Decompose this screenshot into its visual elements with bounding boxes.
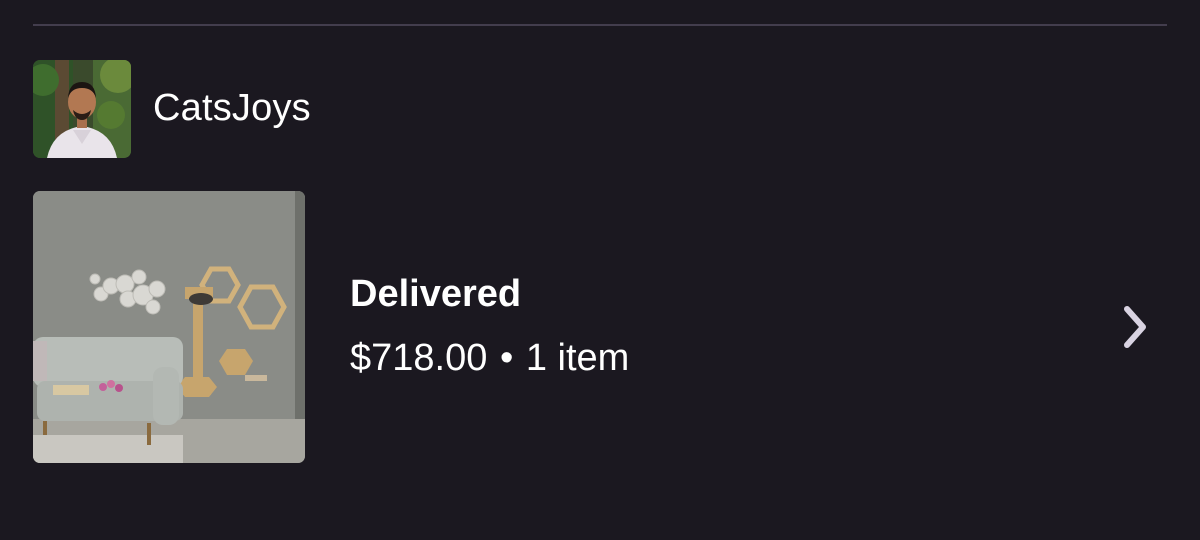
shop-avatar[interactable]	[33, 60, 131, 158]
shop-name[interactable]: CatsJoys	[153, 87, 311, 130]
chevron-right-icon[interactable]	[1119, 305, 1153, 349]
order-history-screen: CatsJoys Delivered $718.00 • 1 item	[0, 0, 1200, 540]
section-divider	[33, 24, 1167, 26]
order-item-count: 1 item	[525, 337, 630, 379]
order-summary: $718.00 • 1 item	[350, 337, 629, 380]
shop-header[interactable]: CatsJoys	[33, 60, 311, 158]
order-item[interactable]: Delivered $718.00 • 1 item	[33, 191, 1167, 464]
summary-separator: •	[499, 337, 514, 379]
product-thumbnail[interactable]	[33, 191, 305, 463]
order-status: Delivered	[350, 273, 522, 315]
order-price: $718.00	[350, 337, 488, 379]
